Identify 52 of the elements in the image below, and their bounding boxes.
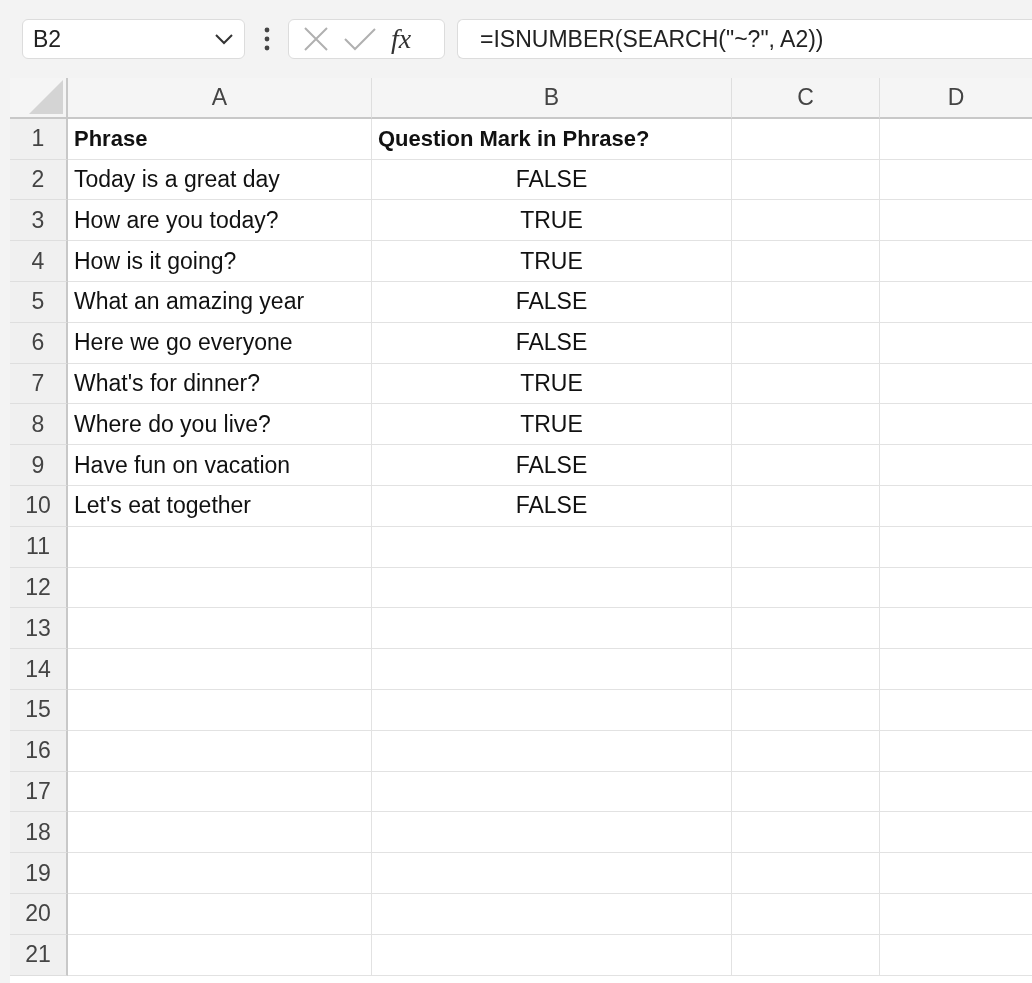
table-cell: TRUE xyxy=(372,363,732,405)
table-cell: TRUE xyxy=(372,404,732,446)
table-cell: Question Mark in Phrase? xyxy=(372,118,732,160)
column-header[interactable]: B xyxy=(372,78,732,119)
chevron-down-icon[interactable] xyxy=(214,33,234,45)
row-header[interactable]: 18 xyxy=(10,812,68,854)
table-cell: Have fun on vacation xyxy=(68,445,372,486)
table-cell: Today is a great day xyxy=(68,159,372,201)
table-cell: TRUE xyxy=(372,200,732,242)
row-header[interactable]: 17 xyxy=(10,771,68,813)
row-header[interactable]: 12 xyxy=(10,567,68,609)
row-header[interactable]: 21 xyxy=(10,934,68,976)
insert-function-button[interactable]: fx xyxy=(391,23,412,55)
row-header[interactable]: 13 xyxy=(10,608,68,650)
row-header[interactable]: 20 xyxy=(10,893,68,935)
table-cell: Where do you live? xyxy=(68,404,372,446)
row-header[interactable]: 8 xyxy=(10,404,68,446)
row-header[interactable]: 10 xyxy=(10,485,68,527)
table-cell: How are you today? xyxy=(68,200,372,242)
row-header[interactable]: 16 xyxy=(10,730,68,772)
table-cell: FALSE xyxy=(372,445,732,486)
column-header[interactable]: C xyxy=(732,78,880,119)
row-header[interactable]: 7 xyxy=(10,363,68,405)
row-header[interactable]: 19 xyxy=(10,853,68,894)
table-cell: FALSE xyxy=(372,322,732,364)
table-cell: Phrase xyxy=(68,118,372,160)
table-cell: What an amazing year xyxy=(68,282,372,323)
row-header[interactable]: 6 xyxy=(10,322,68,364)
table-cell: FALSE xyxy=(372,159,732,201)
row-header[interactable]: 4 xyxy=(10,241,68,282)
more-options-icon[interactable] xyxy=(264,27,270,51)
table-cell: FALSE xyxy=(372,485,732,527)
formula-field[interactable]: =ISNUMBER(SEARCH("~?", A2)) xyxy=(457,19,1032,59)
column-header[interactable]: D xyxy=(880,78,1032,119)
table-cell: FALSE xyxy=(372,282,732,323)
table-cell: How is it going? xyxy=(68,241,372,282)
row-header[interactable]: 15 xyxy=(10,689,68,731)
table-cell: Let's eat together xyxy=(68,485,372,527)
name-box[interactable]: B2 xyxy=(22,19,245,59)
cancel-icon[interactable] xyxy=(303,26,329,52)
row-header[interactable]: 3 xyxy=(10,200,68,242)
table-cell: Here we go everyone xyxy=(68,322,372,364)
checkmark-icon[interactable] xyxy=(343,27,377,51)
row-header[interactable]: 11 xyxy=(10,526,68,568)
row-header[interactable]: 9 xyxy=(10,445,68,486)
table-cell: TRUE xyxy=(372,241,732,282)
row-header[interactable]: 2 xyxy=(10,159,68,201)
table-cell: What's for dinner? xyxy=(68,363,372,405)
row-header[interactable]: 1 xyxy=(10,118,68,160)
row-header[interactable]: 5 xyxy=(10,282,68,323)
column-header[interactable]: A xyxy=(68,78,372,119)
row-header[interactable]: 14 xyxy=(10,649,68,690)
